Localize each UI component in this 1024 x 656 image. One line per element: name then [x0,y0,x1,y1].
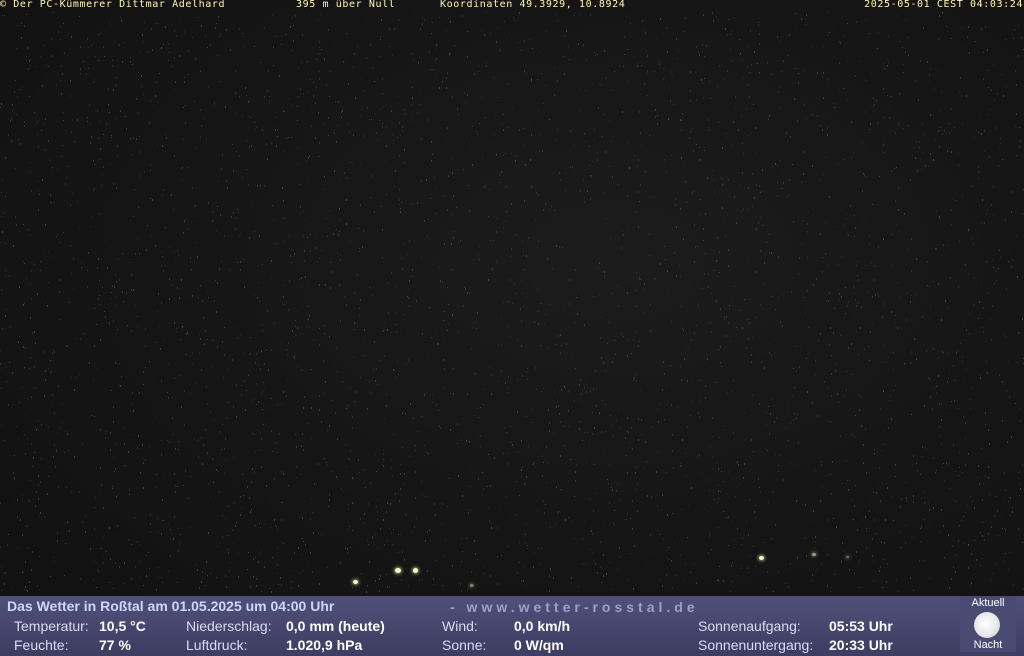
weather-title: Das Wetter in Roßtal am 01.05.2025 um 04… [7,598,335,614]
moon-icon [974,612,1000,638]
pressure-value: 1.020,9 hPa [286,637,363,653]
sun-value: 0 W/qm [514,637,564,653]
caption-bar: © Der PC-Kümmerer Dittmar Adelhard 395 m… [0,0,1024,11]
timestamp-text: 2025-05-01 CEST 04:03:24 [864,0,1023,10]
precipitation-label: Niederschlag: [186,618,272,634]
street-light [470,584,473,587]
street-light [353,580,358,584]
sunset-value: 20:33 Uhr [829,637,893,653]
night-sky-noise [0,12,1024,593]
sunrise-value: 05:53 Uhr [829,618,893,634]
pressure-label: Luftdruck: [186,637,248,653]
temperature-value: 10,5 °C [99,618,146,634]
copyright-text: © Der PC-Kümmerer Dittmar Adelhard [0,0,226,10]
humidity-label: Feuchte: [14,637,69,653]
wind-value: 0,0 km/h [514,618,571,634]
street-light [413,568,418,573]
moon-bottom-label: Nacht [973,639,1003,651]
altitude-text: 395 m über Null [296,0,396,10]
wind-label: Wind: [442,618,478,634]
webcam-image: © Der PC-Kümmerer Dittmar Adelhard 395 m… [0,0,1024,656]
weather-panel: Das Wetter in Roßtal am 01.05.2025 um 04… [0,596,1024,656]
sunrise-label: Sonnenaufgang: [698,618,801,634]
coordinates-text: Koordinaten 49.3929, 10.8924 [440,0,626,10]
street-light [395,568,401,573]
moon-top-label: Aktuell [971,597,1005,609]
temperature-label: Temperatur: [14,618,89,634]
precipitation-value: 0,0 mm (heute) [286,618,385,634]
humidity-value: 77 % [99,637,131,653]
sunset-label: Sonnenuntergang: [698,637,814,653]
sun-label: Sonne: [442,637,487,653]
street-light [759,556,764,560]
street-light [846,556,849,558]
website-link[interactable]: - www.wetter-rosstal.de [450,599,699,615]
street-light [812,553,816,556]
moon-phase-box: Aktuell Nacht [960,596,1016,652]
